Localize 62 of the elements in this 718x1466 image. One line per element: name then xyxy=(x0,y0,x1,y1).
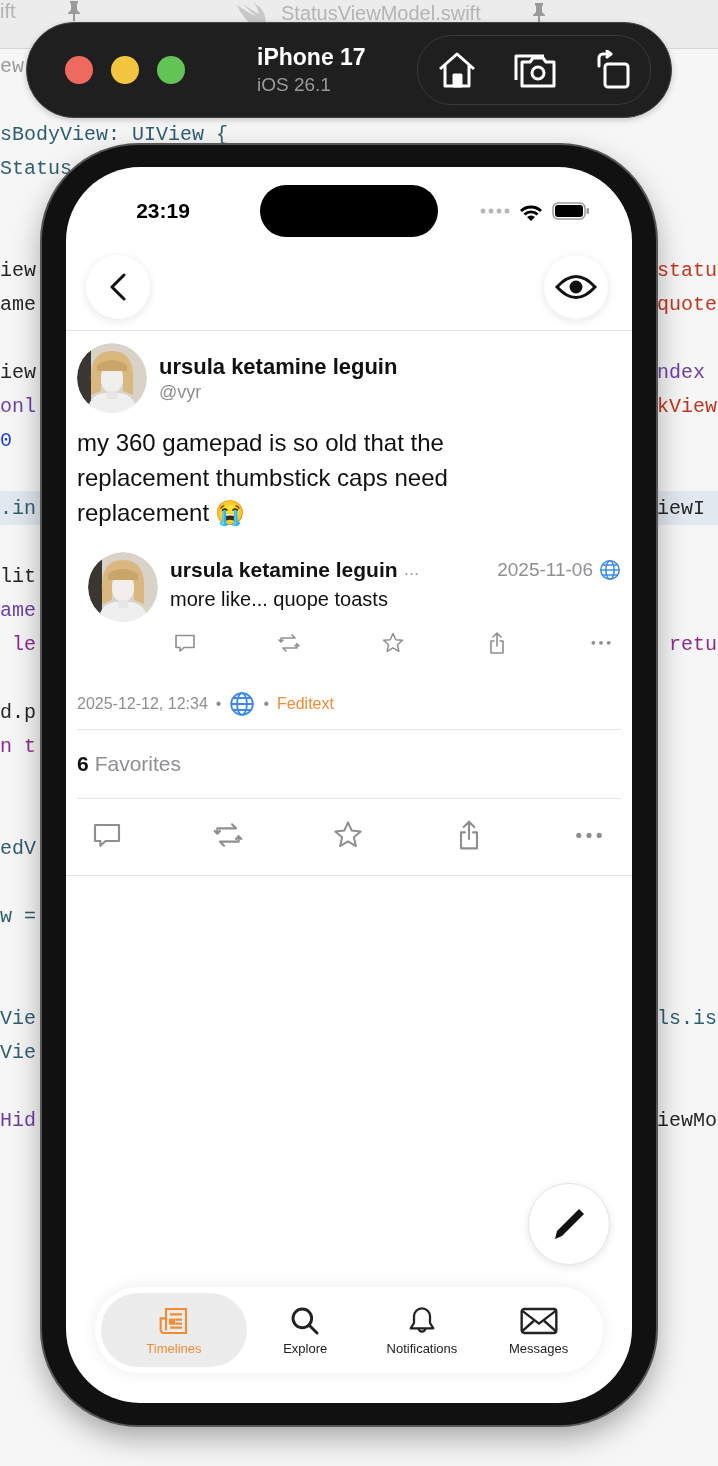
code-text: d.p xyxy=(0,700,36,724)
code-text: iew xyxy=(0,258,36,282)
code-text: iewMo xyxy=(657,1108,718,1132)
visibility-button[interactable] xyxy=(544,255,608,319)
code-text: statu xyxy=(657,258,718,282)
code-text: iew xyxy=(0,360,36,384)
chevron-left-icon xyxy=(109,273,127,301)
os-version: iOS 26.1 xyxy=(257,74,332,96)
separator-dot: • xyxy=(263,695,269,713)
home-icon[interactable] xyxy=(436,51,477,89)
camera-icon[interactable] xyxy=(514,52,558,88)
minimize-button[interactable] xyxy=(111,56,139,84)
zoom-button[interactable] xyxy=(157,56,185,84)
battery-icon xyxy=(552,202,590,220)
globe-icon xyxy=(229,691,256,717)
favorites-count[interactable]: 6 xyxy=(77,752,89,776)
truncation-mark: … xyxy=(403,561,420,579)
quote-date: 2025-11-06 xyxy=(497,559,593,581)
repost-icon[interactable] xyxy=(277,631,301,655)
code-text: Vie xyxy=(0,1006,36,1030)
code-text: ndex xyxy=(657,360,706,384)
compose-button[interactable] xyxy=(528,1183,610,1265)
code-text: lit xyxy=(0,564,36,588)
code-text: edV xyxy=(0,836,36,860)
code-text: n t xyxy=(0,734,36,758)
code-text: ame xyxy=(0,292,36,316)
code-text: Hid xyxy=(0,1108,36,1132)
code-text: iewI xyxy=(657,496,706,520)
author-name[interactable]: ursula ketamine leguin xyxy=(159,353,398,380)
code-text: w = xyxy=(0,904,36,928)
code-text: retu xyxy=(668,632,718,656)
rotate-icon[interactable] xyxy=(595,50,632,90)
close-button[interactable] xyxy=(65,56,93,84)
tab[interactable]: Notifications xyxy=(363,1293,481,1367)
code-text: Status xyxy=(0,156,72,180)
post-text: my 360 gamepad is so old that the replacement thumbstick caps need replacement 😭 xyxy=(77,428,449,528)
status-time: 23:19 xyxy=(136,199,190,223)
code-text: ew xyxy=(0,54,24,78)
code-text: 0 xyxy=(0,428,12,452)
pin-icon xyxy=(530,3,547,23)
globe-icon xyxy=(599,559,621,581)
quote-author-name[interactable]: ursula ketamine leguin xyxy=(170,558,398,582)
code-text: ls.is xyxy=(657,1006,718,1030)
code-text: onl xyxy=(0,394,36,418)
code-text: .in xyxy=(0,496,36,520)
separator-dot: • xyxy=(215,695,222,713)
code-text: kView xyxy=(657,394,718,418)
more-icon[interactable] xyxy=(589,638,613,648)
quote-text: more like... quope toasts xyxy=(170,588,389,611)
code-text: Vie xyxy=(0,1040,36,1064)
tab[interactable]: Messages xyxy=(480,1293,597,1367)
post-timestamp: 2025-12-12, 12:34 xyxy=(77,695,208,713)
code-text: ame xyxy=(0,598,36,622)
signal-icon xyxy=(480,208,510,214)
tab[interactable]: Explore xyxy=(246,1293,364,1367)
code-text: le xyxy=(11,632,36,656)
code-text: quote xyxy=(657,292,718,316)
star-icon[interactable] xyxy=(381,631,405,655)
device-name: iPhone 17 xyxy=(257,44,367,71)
pin-icon xyxy=(65,1,82,21)
eye-icon xyxy=(555,274,597,300)
back-button[interactable] xyxy=(86,255,150,319)
